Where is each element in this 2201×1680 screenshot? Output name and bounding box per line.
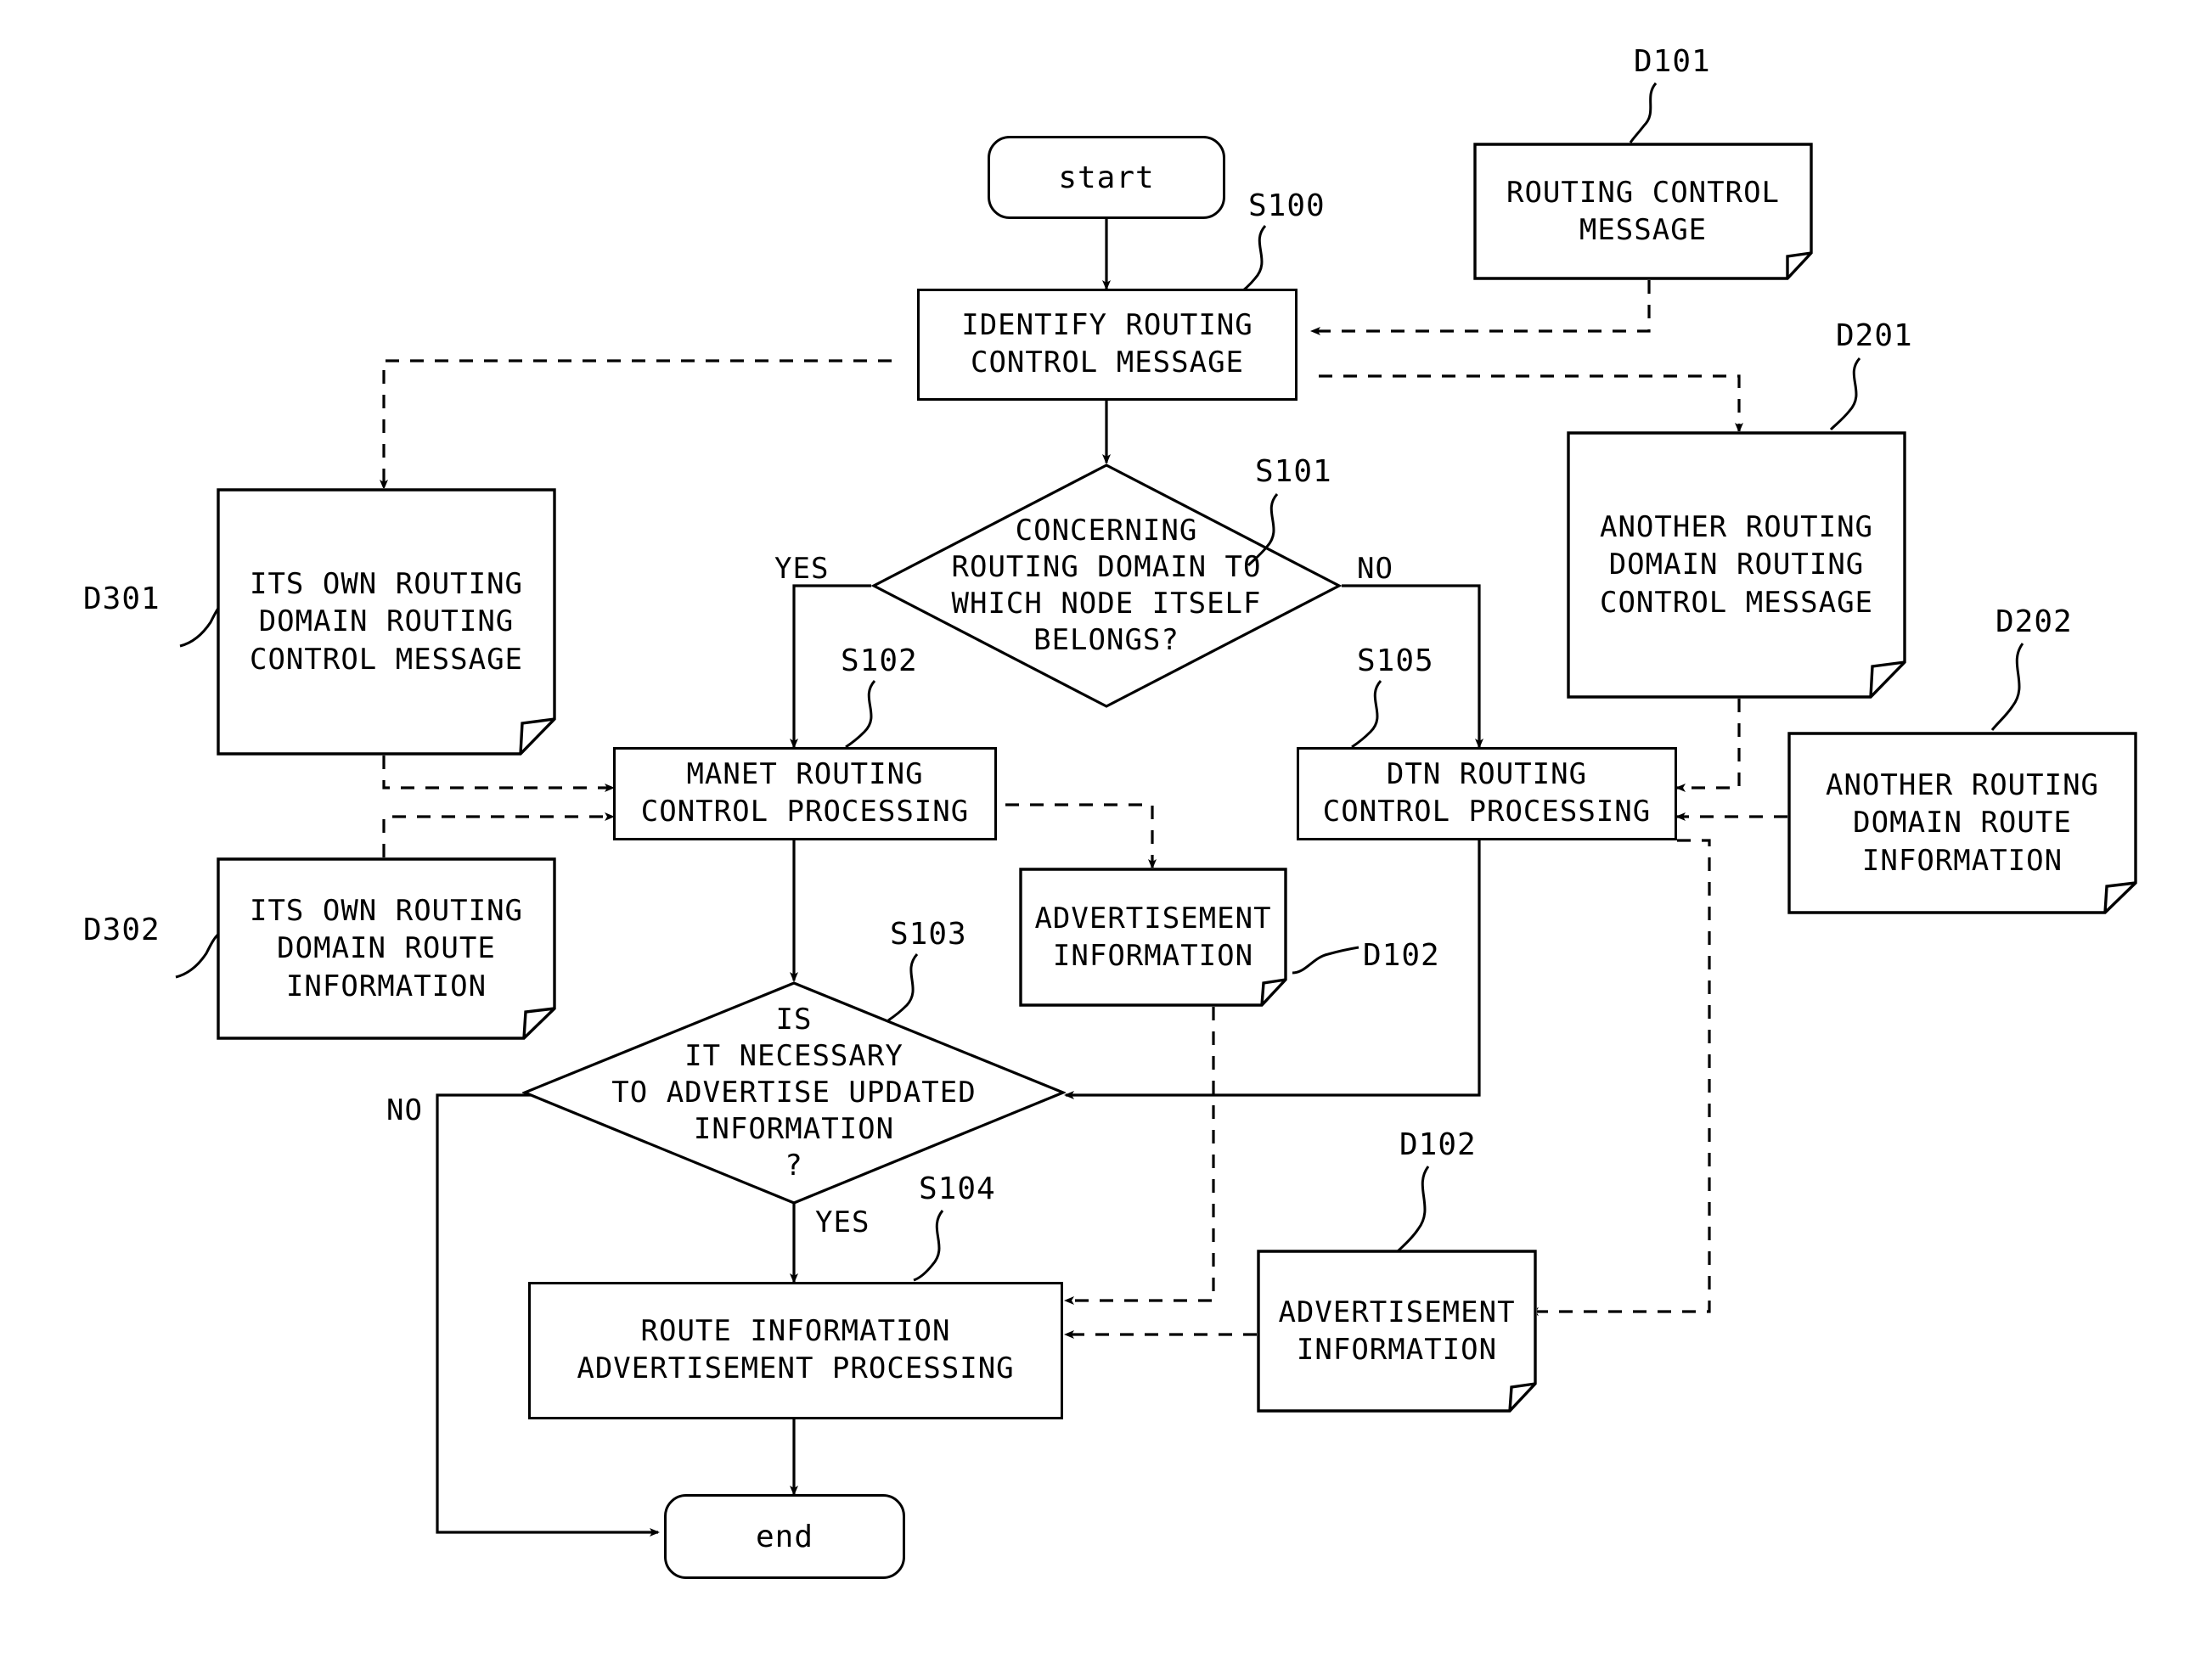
branch-label-yes-s103: YES	[815, 1205, 870, 1239]
end-terminator[interactable]: end	[664, 1494, 905, 1579]
data-tag-d202: D202	[1996, 604, 2073, 639]
data-tag-d201: D201	[1836, 318, 1913, 353]
step-tag-s104: S104	[919, 1172, 996, 1206]
step-tag-s101: S101	[1255, 454, 1332, 489]
document-d101-label: ROUTING CONTROL MESSAGE	[1506, 175, 1781, 247]
process-identify-routing-control-message[interactable]: IDENTIFY ROUTING CONTROL MESSAGE	[917, 289, 1298, 401]
process-route-information-advertisement[interactable]: ROUTE INFORMATION ADVERTISEMENT PROCESSIN…	[528, 1282, 1063, 1419]
leader-s100	[1236, 224, 1267, 297]
document-d202[interactable]: ANOTHER ROUTING DOMAIN ROUTE INFORMATION	[1787, 732, 2137, 914]
leader-d202	[1990, 643, 2024, 731]
start-terminator[interactable]: start	[988, 136, 1225, 219]
data-tag-d102-lower: D102	[1399, 1127, 1477, 1162]
branch-label-yes-s101: YES	[774, 552, 830, 586]
data-tag-d301: D301	[83, 582, 160, 616]
leader-d201	[1829, 357, 1861, 431]
leader-d101	[1629, 82, 1658, 143]
data-tag-d101: D101	[1634, 44, 1711, 79]
document-d301-label: ITS OWN ROUTING DOMAIN ROUTING CONTROL MES…	[249, 567, 524, 677]
document-d102-lower-label: ADVERTISEMENT INFORMATION	[1278, 1295, 1516, 1367]
document-d102-lower[interactable]: ADVERTISEMENT INFORMATION	[1257, 1250, 1537, 1413]
branch-label-no-s103: NO	[386, 1093, 423, 1127]
document-d201[interactable]: ANOTHER ROUTING DOMAIN ROUTING CONTROL MES…	[1567, 431, 1906, 699]
leader-s105	[1351, 679, 1382, 749]
step-tag-s103: S103	[890, 917, 967, 952]
process-manet-label: MANET ROUTING CONTROL PROCESSING	[640, 757, 970, 829]
branch-label-no-s101: NO	[1357, 552, 1393, 586]
document-d202-label: ANOTHER ROUTING DOMAIN ROUTE INFORMATION	[1825, 768, 2100, 878]
end-label: end	[755, 1519, 814, 1554]
leader-s101	[1247, 492, 1279, 567]
document-d102-upper[interactable]: ADVERTISEMENT INFORMATION	[1019, 868, 1287, 1007]
document-d201-label: ANOTHER ROUTING DOMAIN ROUTING CONTROL MES…	[1599, 510, 1874, 620]
process-dtn-label: DTN ROUTING CONTROL PROCESSING	[1322, 757, 1652, 829]
leader-s103	[887, 952, 919, 1022]
document-d301[interactable]: ITS OWN ROUTING DOMAIN ROUTING CONTROL MES…	[217, 488, 556, 756]
data-tag-d102-upper: D102	[1363, 938, 1440, 973]
start-label: start	[1058, 160, 1155, 195]
document-d302[interactable]: ITS OWN ROUTING DOMAIN ROUTE INFORMATION	[217, 857, 556, 1040]
process-identify-label: IDENTIFY ROUTING CONTROL MESSAGE	[961, 308, 1253, 379]
process-manet-routing-control[interactable]: MANET ROUTING CONTROL PROCESSING	[613, 747, 997, 840]
leader-d102-upper	[1292, 946, 1359, 975]
leader-d102-lower	[1396, 1166, 1430, 1253]
document-d101[interactable]: ROUTING CONTROL MESSAGE	[1473, 143, 1813, 280]
document-d302-label: ITS OWN ROUTING DOMAIN ROUTE INFORMATION	[249, 894, 524, 1003]
step-tag-s102: S102	[841, 643, 918, 678]
leader-s102	[845, 679, 876, 749]
data-tag-d302: D302	[83, 913, 160, 947]
step-tag-s100: S100	[1248, 188, 1326, 223]
step-tag-s105: S105	[1357, 643, 1434, 678]
process-route-advert-label: ROUTE INFORMATION ADVERTISEMENT PROCESSIN…	[577, 1314, 1015, 1385]
document-d102-upper-label: ADVERTISEMENT INFORMATION	[1034, 901, 1272, 973]
process-dtn-routing-control[interactable]: DTN ROUTING CONTROL PROCESSING	[1297, 747, 1677, 840]
leader-s104	[913, 1210, 944, 1282]
flowchart-canvas: start S100 ROUTING CONTROL MESSAGE D101 I…	[0, 0, 2201, 1680]
